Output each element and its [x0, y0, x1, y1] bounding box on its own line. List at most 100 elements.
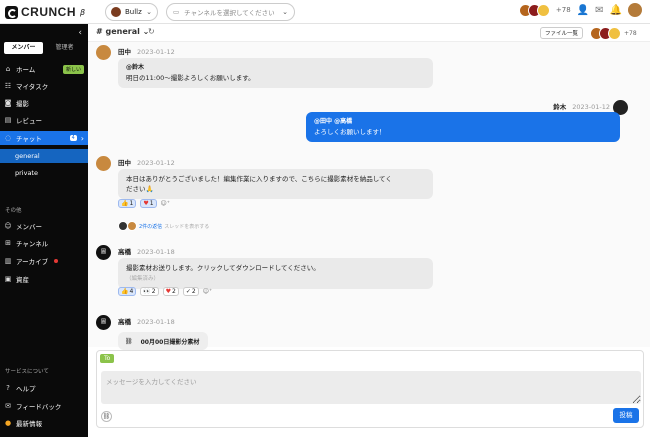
sidebar-item-shooting[interactable]: ◙ 撮影 — [0, 96, 88, 110]
chat-icon: ◌ — [4, 134, 12, 142]
sidebar-item-label: チャンネル — [16, 240, 49, 248]
role-tab-member[interactable]: メンバー — [4, 42, 43, 54]
message-text: 明日の11:00〜撮影よろしくお願いします。 — [126, 74, 255, 82]
sidebar-item-label: 資産 — [16, 276, 29, 284]
review-icon: ▤ — [4, 116, 12, 124]
message-author: 鈴木 2023-01-12 — [553, 103, 610, 111]
sidebar-item-label: ホーム — [16, 66, 36, 74]
sidebar-item-archive[interactable]: ▥ アーカイブ — [0, 254, 88, 268]
member-avatars[interactable] — [518, 3, 550, 17]
message-text: ださい🙏 — [126, 185, 154, 193]
chevron-down-icon: ⌄ — [282, 8, 288, 16]
channel-title[interactable]: # general ⌄ — [96, 27, 149, 36]
user-avatar[interactable] — [628, 3, 642, 17]
channel-icon: ⊞ — [5, 239, 11, 247]
reaction-check[interactable]: ✓ 2 — [182, 287, 199, 296]
mention[interactable]: @田中 @高橋 — [314, 117, 612, 127]
mention[interactable]: @鈴木 — [126, 63, 425, 73]
reaction-thumbs-up[interactable]: 👍 4 — [118, 287, 137, 296]
workspace-selector[interactable]: Bullz ⌄ — [105, 3, 158, 21]
link-icon: ⛓ — [125, 337, 133, 345]
channel-item-private[interactable]: private — [0, 166, 88, 180]
avatar — [608, 27, 621, 40]
add-reaction-icon[interactable]: ☺⁺ — [203, 288, 212, 295]
message-author: 高橋 2023-01-18 — [118, 318, 175, 326]
role-tab-admin[interactable]: 管理者 — [45, 42, 84, 54]
file-attachment[interactable]: ⛓ 00月00日撮影分素材 — [118, 332, 208, 350]
sidebar-item-help[interactable]: ? ヘルプ — [0, 381, 88, 395]
crunch-logo-icon — [5, 5, 18, 19]
sidebar-item-assets[interactable]: ▣ 資産 — [0, 272, 88, 286]
message-text: 撮影素材お送りします。クリックしてダウンロードしてください。 — [126, 264, 320, 272]
sidebar-item-label: チャット — [16, 135, 42, 143]
file-name: 00月00日撮影分素材 — [140, 338, 200, 346]
channel-icon: ▭ — [173, 8, 180, 16]
chevron-down-icon: ⌄ — [146, 8, 152, 16]
alert-dot — [54, 259, 59, 263]
sidebar-item-label: 撮影 — [16, 100, 29, 108]
user-icon: ☺ — [4, 222, 12, 230]
replies-hint: スレッドを表示する — [164, 223, 210, 230]
message-bubble: @田中 @高橋 よろしくお願いします！ — [306, 112, 620, 142]
to-button[interactable]: To — [100, 354, 115, 363]
logo-text: CRUNCH — [21, 5, 76, 19]
channel-selector[interactable]: ▭ チャンネルを選択してください ⌄ — [166, 3, 295, 21]
message-author: 高橋 2023-01-18 — [118, 248, 175, 256]
message-text: よろしくお願いします！ — [314, 128, 386, 136]
help-icon: ? — [6, 384, 10, 392]
sidebar-item-my-tasks[interactable]: ☷ マイタスク — [0, 79, 88, 93]
channel-members[interactable]: +78 — [590, 27, 637, 40]
feedback-icon: ✉ — [5, 402, 11, 410]
add-user-icon[interactable]: 👤 — [577, 5, 589, 16]
avatar[interactable]: 圓 — [96, 315, 111, 330]
message-input[interactable] — [101, 371, 641, 404]
add-reaction-icon[interactable]: ☺⁺ — [161, 200, 170, 207]
channel-item-general[interactable]: general — [0, 149, 88, 163]
avatar[interactable] — [96, 156, 111, 171]
home-icon: ⌂ — [5, 65, 11, 73]
camera-icon: ◙ — [4, 99, 12, 107]
reaction-heart[interactable]: ♥ 1 — [140, 199, 157, 208]
send-button[interactable]: 投稿 — [613, 408, 639, 423]
attach-icon[interactable]: ⛓ — [101, 411, 112, 422]
message-author: 田中 2023-01-12 — [118, 48, 175, 56]
sidebar-item-members[interactable]: ☺ メンバー — [0, 219, 88, 233]
reaction-heart[interactable]: ♥ 2 — [162, 287, 179, 296]
message-composer: To ⛓ 投稿 — [96, 350, 644, 428]
sidebar: ‹ メンバー 管理者 ⌂ ホーム 新しい ☷ マイタスク ◙ 撮影 ▤ レビュー… — [0, 24, 88, 437]
unread-count: 4 — [69, 135, 77, 141]
sidebar-item-label: ヘルプ — [16, 385, 36, 393]
reaction-eyes[interactable]: 👀 2 — [140, 287, 159, 296]
assets-icon: ▣ — [4, 275, 12, 283]
workspace-name: Bullz — [125, 8, 142, 16]
file-list-button[interactable]: ファイル一覧 — [540, 27, 584, 39]
mail-icon[interactable]: ✉ — [595, 5, 603, 16]
sidebar-item-channels[interactable]: ⊞ チャンネル — [0, 236, 88, 250]
sidebar-item-news[interactable]: ● 最新情報 — [0, 416, 88, 430]
message-bubble: 本日はありがとうございました！編集作業に入りますので、こちらに撮影素材を納品して… — [118, 169, 433, 199]
top-bar: CRUNCH β Bullz ⌄ ▭ チャンネルを選択してください ⌄ +78 … — [0, 0, 650, 24]
collapse-sidebar-icon[interactable]: ‹ — [78, 28, 82, 38]
refresh-icon[interactable]: ↻ — [148, 27, 155, 36]
message-text: 本日はありがとうございました！編集作業に入りますので、こちらに撮影素材を納品して… — [126, 175, 392, 183]
sidebar-item-review[interactable]: ▤ レビュー — [0, 113, 88, 127]
avatar — [536, 3, 550, 17]
lightbulb-icon: ● — [4, 419, 12, 427]
app-logo[interactable]: CRUNCH β — [5, 5, 85, 19]
sidebar-item-feedback[interactable]: ✉ フィードバック — [0, 399, 88, 413]
sidebar-item-label: レビュー — [16, 117, 42, 125]
avatar[interactable]: 圓 — [96, 245, 111, 260]
sidebar-item-label: マイタスク — [16, 83, 49, 91]
sidebar-item-chat[interactable]: ◌ チャット 4 › — [0, 131, 88, 145]
sidebar-item-home[interactable]: ⌂ ホーム 新しい — [0, 62, 88, 76]
sidebar-item-label: アーカイブ — [16, 258, 49, 266]
archive-icon: ▥ — [4, 257, 12, 265]
avatar[interactable] — [96, 45, 111, 60]
bell-icon[interactable]: 🔔 — [610, 5, 622, 16]
workspace-avatar — [111, 7, 121, 17]
thread-replies[interactable]: 2件の返信 スレッドを表示する — [118, 221, 209, 231]
chevron-right-icon: › — [80, 133, 84, 143]
reaction-thumbs-up[interactable]: 👍 1 — [118, 199, 137, 208]
edited-label: （編集済み） — [126, 276, 160, 282]
logo-beta: β — [80, 7, 86, 17]
